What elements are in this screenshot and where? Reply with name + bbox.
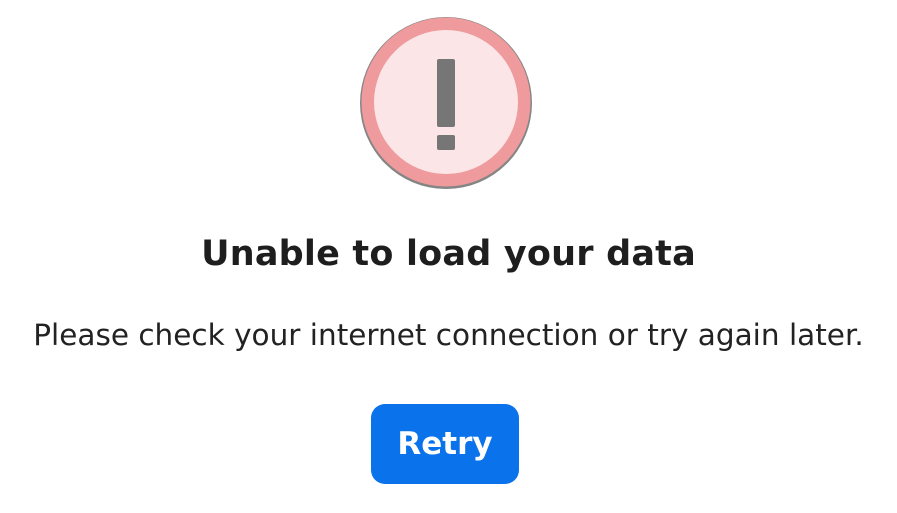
- retry-button[interactable]: Retry: [371, 404, 519, 484]
- error-state: Unable to load your data Please check yo…: [0, 0, 897, 513]
- exclamation-circle-icon: [357, 14, 535, 192]
- error-message: Please check your internet connection or…: [33, 318, 864, 352]
- error-title: Unable to load your data: [201, 234, 696, 274]
